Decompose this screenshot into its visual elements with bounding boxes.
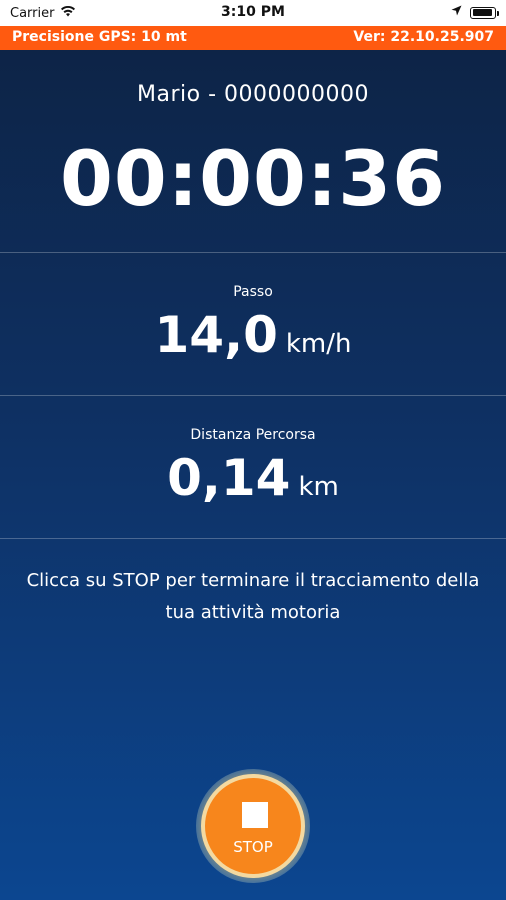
- elapsed-timer: 00:00:36: [59, 134, 447, 223]
- tracking-panel: Mario - 0000000000 00:00:36 Passo 14,0 km…: [0, 50, 506, 900]
- pace-label: Passo: [233, 284, 273, 300]
- pace-value: 14,0 km/h: [0, 306, 506, 364]
- distance-label: Distanza Percorsa: [190, 427, 316, 443]
- location-arrow-icon: [451, 5, 462, 20]
- distance-unit: km: [298, 472, 339, 502]
- stop-button[interactable]: STOP: [201, 774, 305, 878]
- status-time: 3:10 PM: [221, 4, 285, 20]
- stop-square-icon: [242, 802, 268, 828]
- status-right: [451, 5, 499, 20]
- app-version-label: Ver: 22.10.25.907: [353, 29, 494, 45]
- gps-info-bar: Precisione GPS: 10 mt Ver: 22.10.25.907: [0, 26, 506, 50]
- battery-icon: [470, 6, 499, 19]
- pace-unit: km/h: [285, 329, 352, 359]
- gps-precision-label: Precisione GPS: 10 mt: [12, 29, 187, 45]
- distance-value: 0,14 km: [0, 449, 506, 507]
- divider: [0, 252, 506, 253]
- divider: [0, 538, 506, 539]
- divider: [0, 395, 506, 396]
- pace-number: 14,0: [154, 306, 278, 364]
- stop-button-label: STOP: [233, 838, 273, 856]
- stop-instruction-text: Clicca su STOP per terminare il tracciam…: [26, 570, 480, 623]
- status-bar: Carrier 3:10 PM: [0, 0, 506, 26]
- user-name-label: Mario - 0000000000: [137, 82, 369, 107]
- distance-number: 0,14: [167, 449, 291, 507]
